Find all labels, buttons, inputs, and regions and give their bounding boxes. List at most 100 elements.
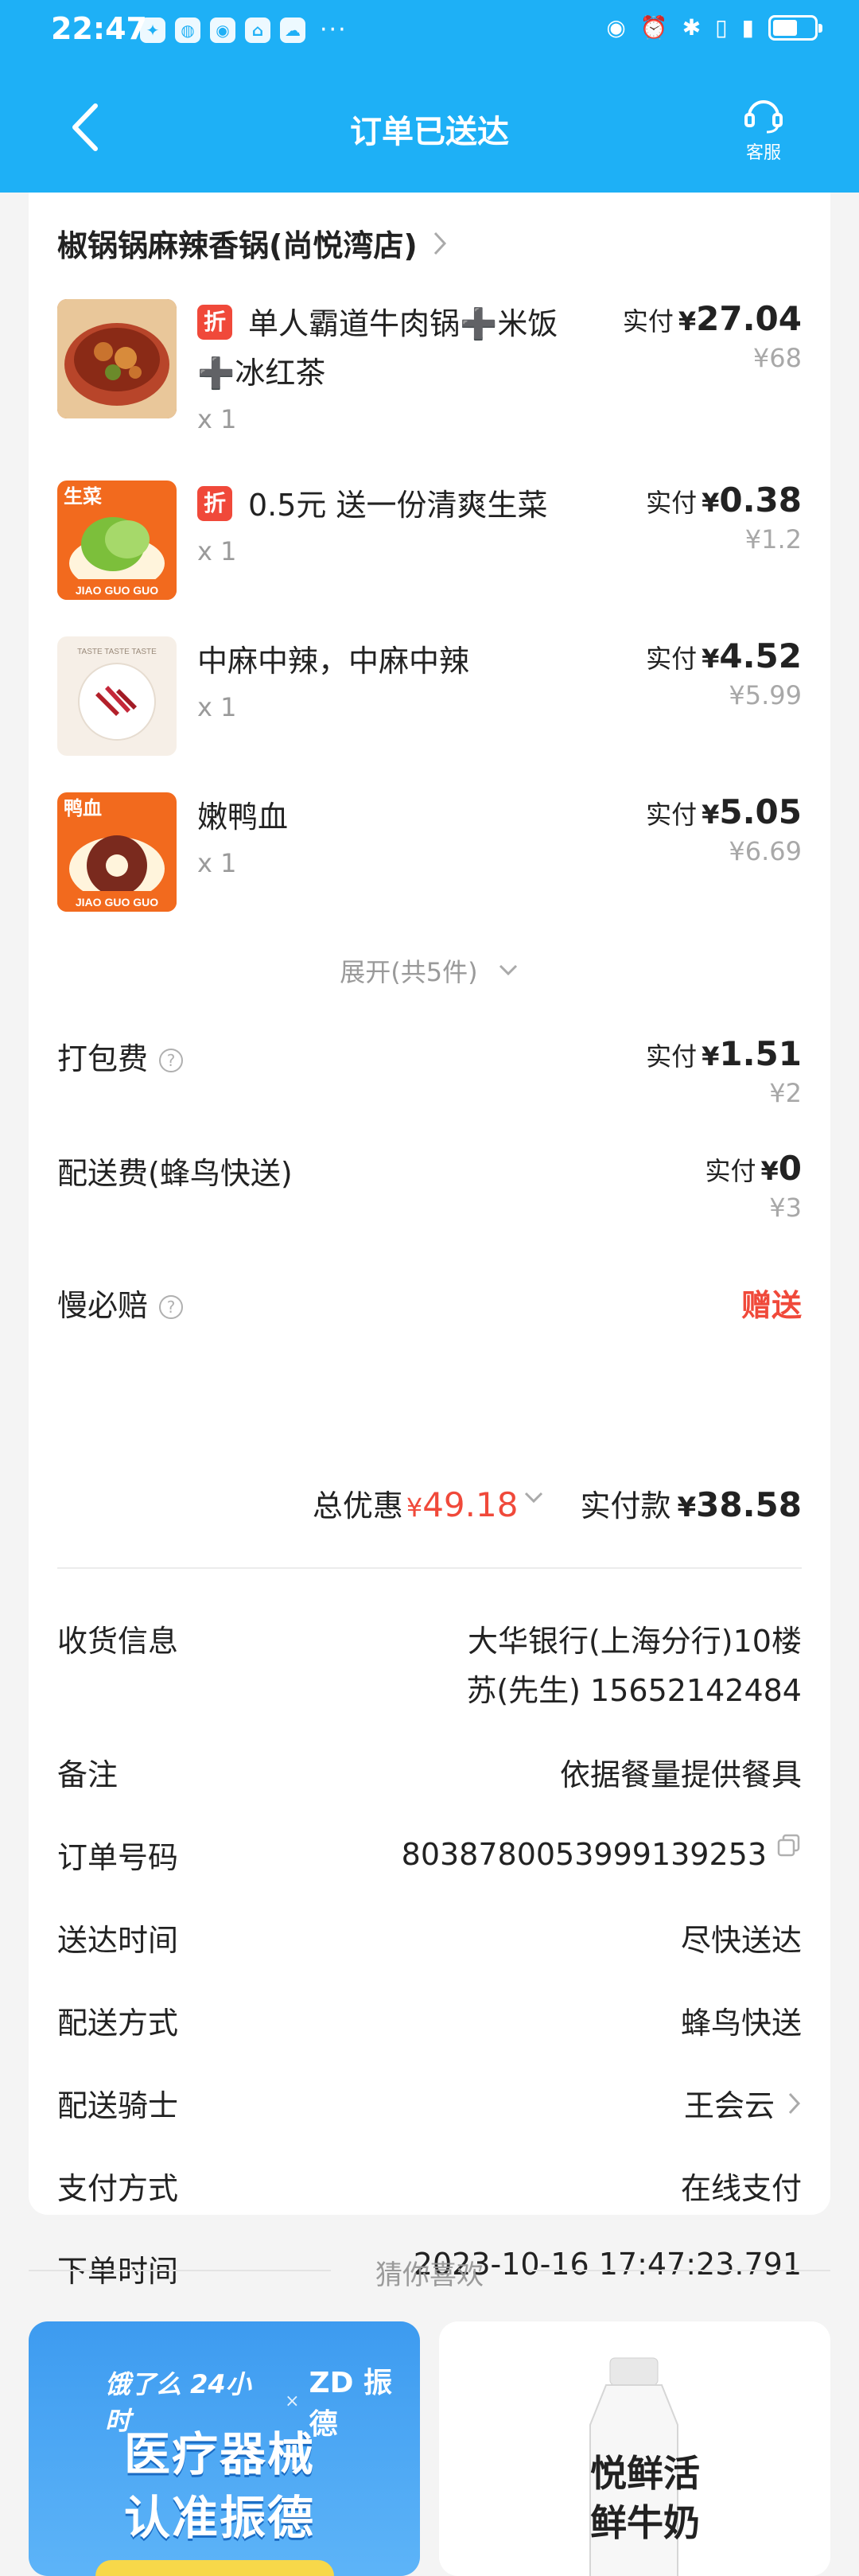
- status-system-icons: ◉ ⏰ ✱ ▯ ▮: [606, 14, 822, 41]
- paid-total-label: 实付款: [580, 1488, 671, 1523]
- status-notification-icons: ✦ ◍ ◉ ⌂ ☁ ···: [140, 16, 348, 44]
- original-price: ¥5.99: [729, 680, 802, 710]
- item-title: 中麻中辣，中麻中辣: [197, 644, 470, 679]
- item-title: 折单人霸道牛肉锅➕米饭➕冰红茶: [197, 305, 558, 391]
- order-total: 总优惠 ¥49.18 实付款 ¥38.58: [312, 1485, 802, 1524]
- slow-compensation-row: 慢必赔? 赠送: [57, 1281, 802, 1329]
- svg-text:JIAO GUO GUO: JIAO GUO GUO: [76, 896, 158, 909]
- remark-value: 依据餐量提供餐具: [559, 1757, 802, 1792]
- rider-row[interactable]: 配送骑士 王会云: [57, 2081, 802, 2129]
- paid-total: 38.58: [696, 1485, 802, 1524]
- customer-service-label: 客服: [745, 143, 781, 163]
- recommend-card[interactable]: 悦鲜活 鲜牛奶: [439, 2321, 830, 2576]
- divider: [57, 1567, 802, 1569]
- bluetooth-icon: ✱: [682, 14, 702, 41]
- chevron-down-icon: [499, 964, 517, 976]
- item-title: 折 0.5元 送一份清爽生菜: [197, 481, 595, 530]
- delivery-fee-row: 配送费(蜂鸟快送) 实付 ¥0 ¥3: [57, 1149, 802, 1228]
- lettuce-image: JIAO GUO GUO 生菜: [57, 481, 177, 600]
- store-link[interactable]: 椒锅锅麻辣香锅(尚悦湾店): [57, 221, 448, 265]
- svg-text:鸭血: 鸭血: [64, 797, 102, 819]
- address-value: 大华银行(上海分行)10楼 苏(先生) 15652142484: [466, 1624, 802, 1708]
- ad-banner-strip: [95, 2560, 334, 2576]
- packing-fee-row: 打包费? 实付 ¥1.51 ¥2: [57, 1034, 802, 1114]
- help-icon[interactable]: ?: [159, 1295, 184, 1319]
- status-time: 22:47: [51, 11, 147, 46]
- item-info: 中麻中辣，中麻中辣 x 1: [197, 636, 595, 722]
- item-title: 嫩鸭血: [197, 800, 289, 835]
- item-thumbnail: TASTE TASTE TASTE: [57, 636, 177, 756]
- delivered-time-row: 送达时间 尽快送达: [57, 1916, 802, 1963]
- original-price: ¥68: [752, 343, 802, 373]
- delivered-time: 尽快送达: [680, 1923, 802, 1958]
- item-price: 实付 ¥5.05 ¥6.69: [646, 792, 802, 866]
- bulb-icon: ✦: [140, 17, 165, 43]
- chevron-down-icon[interactable]: [523, 1489, 545, 1505]
- ad-headline: 认准振德: [124, 2491, 316, 2545]
- discount-badge: 折: [197, 305, 232, 340]
- item-info: 折单人霸道牛肉锅➕米饭➕冰红茶 x 1: [197, 299, 595, 434]
- more-notifications: ···: [320, 16, 348, 44]
- status-bar: 22:47 ✦ ◍ ◉ ⌂ ☁ ··· ◉ ⏰ ✱ ▯ ▮: [0, 0, 859, 60]
- chevron-right-icon: [433, 232, 446, 255]
- signal-icon: ▮: [741, 14, 754, 41]
- item-price: 实付 ¥27.04 ¥68: [622, 299, 802, 373]
- order-number-row: 订单号码 8038780053999139253: [57, 1833, 802, 1881]
- packing-fee-price: 实付 ¥1.51 ¥2: [646, 1034, 802, 1108]
- item-quantity: x 1: [197, 692, 237, 722]
- recommend-card[interactable]: 饿了么 24小时 × ZD 振德 医疗器械 认准振德: [29, 2321, 420, 2576]
- page-title: 订单已送达: [350, 114, 509, 150]
- chevron-right-icon: [788, 2092, 801, 2115]
- order-number: 8038780053999139253: [402, 1833, 802, 1872]
- battery-level: [773, 19, 797, 36]
- discount-badge: 折: [197, 486, 232, 521]
- headset-icon: [744, 100, 783, 134]
- battery-icon: [768, 14, 822, 41]
- original-price: ¥1.2: [744, 524, 802, 555]
- rider-name: 王会云: [684, 2081, 802, 2125]
- duck-blood-image: JIAO GUO GUO 鸭血: [57, 792, 177, 912]
- help-icon[interactable]: ?: [159, 1049, 184, 1072]
- weather-icon: ☁: [280, 17, 305, 43]
- product-name: 悦鲜活 鲜牛奶: [590, 2452, 700, 2544]
- delivery-fee-label: 配送费(蜂鸟快送): [57, 1156, 293, 1191]
- item-thumbnail: JIAO GUO GUO 生菜: [57, 481, 177, 600]
- copy-icon[interactable]: [776, 1833, 802, 1858]
- item-info: 嫩鸭血 x 1: [197, 792, 595, 878]
- svg-text:JIAO GUO GUO: JIAO GUO GUO: [76, 584, 158, 597]
- svg-text:生菜: 生菜: [64, 485, 102, 508]
- address-row: 收货信息 大华银行(上海分行)10楼 苏(先生) 15652142484: [57, 1617, 802, 1712]
- store-name: 椒锅锅麻辣香锅(尚悦湾店): [57, 228, 418, 263]
- expand-items-button[interactable]: 展开(共5件): [29, 952, 830, 989]
- item-quantity: x 1: [197, 536, 237, 566]
- remark-row: 备注 依据餐量提供餐具: [57, 1750, 802, 1798]
- item-quantity: x 1: [197, 404, 237, 434]
- item-thumbnail: JIAO GUO GUO 鸭血: [57, 792, 177, 912]
- delivery-method: 蜂鸟快送: [680, 2006, 802, 2041]
- gift-badge: 赠送: [740, 1288, 802, 1323]
- delivery-method-row: 配送方式 蜂鸟快送: [57, 1998, 802, 2046]
- item-info: 折 0.5元 送一份清爽生菜 x 1: [197, 481, 595, 566]
- total-discount-label: 总优惠: [312, 1488, 403, 1523]
- order-card: 椒锅锅麻辣香锅(尚悦湾店) 折单人霸道牛肉锅➕米饭➕冰红茶 x 1 实付 ¥27.…: [29, 193, 830, 2289]
- eye-icon: ◉: [606, 14, 626, 41]
- original-price: ¥6.69: [729, 836, 802, 866]
- beef-pot-image: [57, 299, 177, 418]
- app-icon: ◉: [210, 17, 235, 43]
- item-quantity: x 1: [197, 848, 237, 878]
- item-price: 实付 ¥4.52 ¥5.99: [646, 636, 802, 710]
- chili-image: TASTE TASTE TASTE: [57, 636, 177, 756]
- slow-compensation-label: 慢必赔: [57, 1288, 149, 1323]
- home-icon: ⌂: [245, 17, 270, 43]
- packing-fee-label: 打包费: [57, 1041, 149, 1076]
- header: 22:47 ✦ ◍ ◉ ⌂ ☁ ··· ◉ ⏰ ✱ ▯ ▮ 订单已送达 客服: [0, 0, 859, 193]
- item-thumbnail: [57, 299, 177, 418]
- ad-headline: 医疗器械: [124, 2427, 316, 2481]
- delivery-fee-price: 实付 ¥0 ¥3: [705, 1149, 802, 1223]
- total-discount: 49.18: [422, 1485, 519, 1524]
- recommend-title: 猜你喜欢: [375, 2259, 484, 2291]
- payment-method: 在线支付: [680, 2171, 802, 2206]
- customer-service-button[interactable]: 客服: [732, 94, 795, 164]
- app-icon: ◍: [175, 17, 200, 43]
- svg-text:TASTE TASTE TASTE: TASTE TASTE TASTE: [77, 648, 157, 656]
